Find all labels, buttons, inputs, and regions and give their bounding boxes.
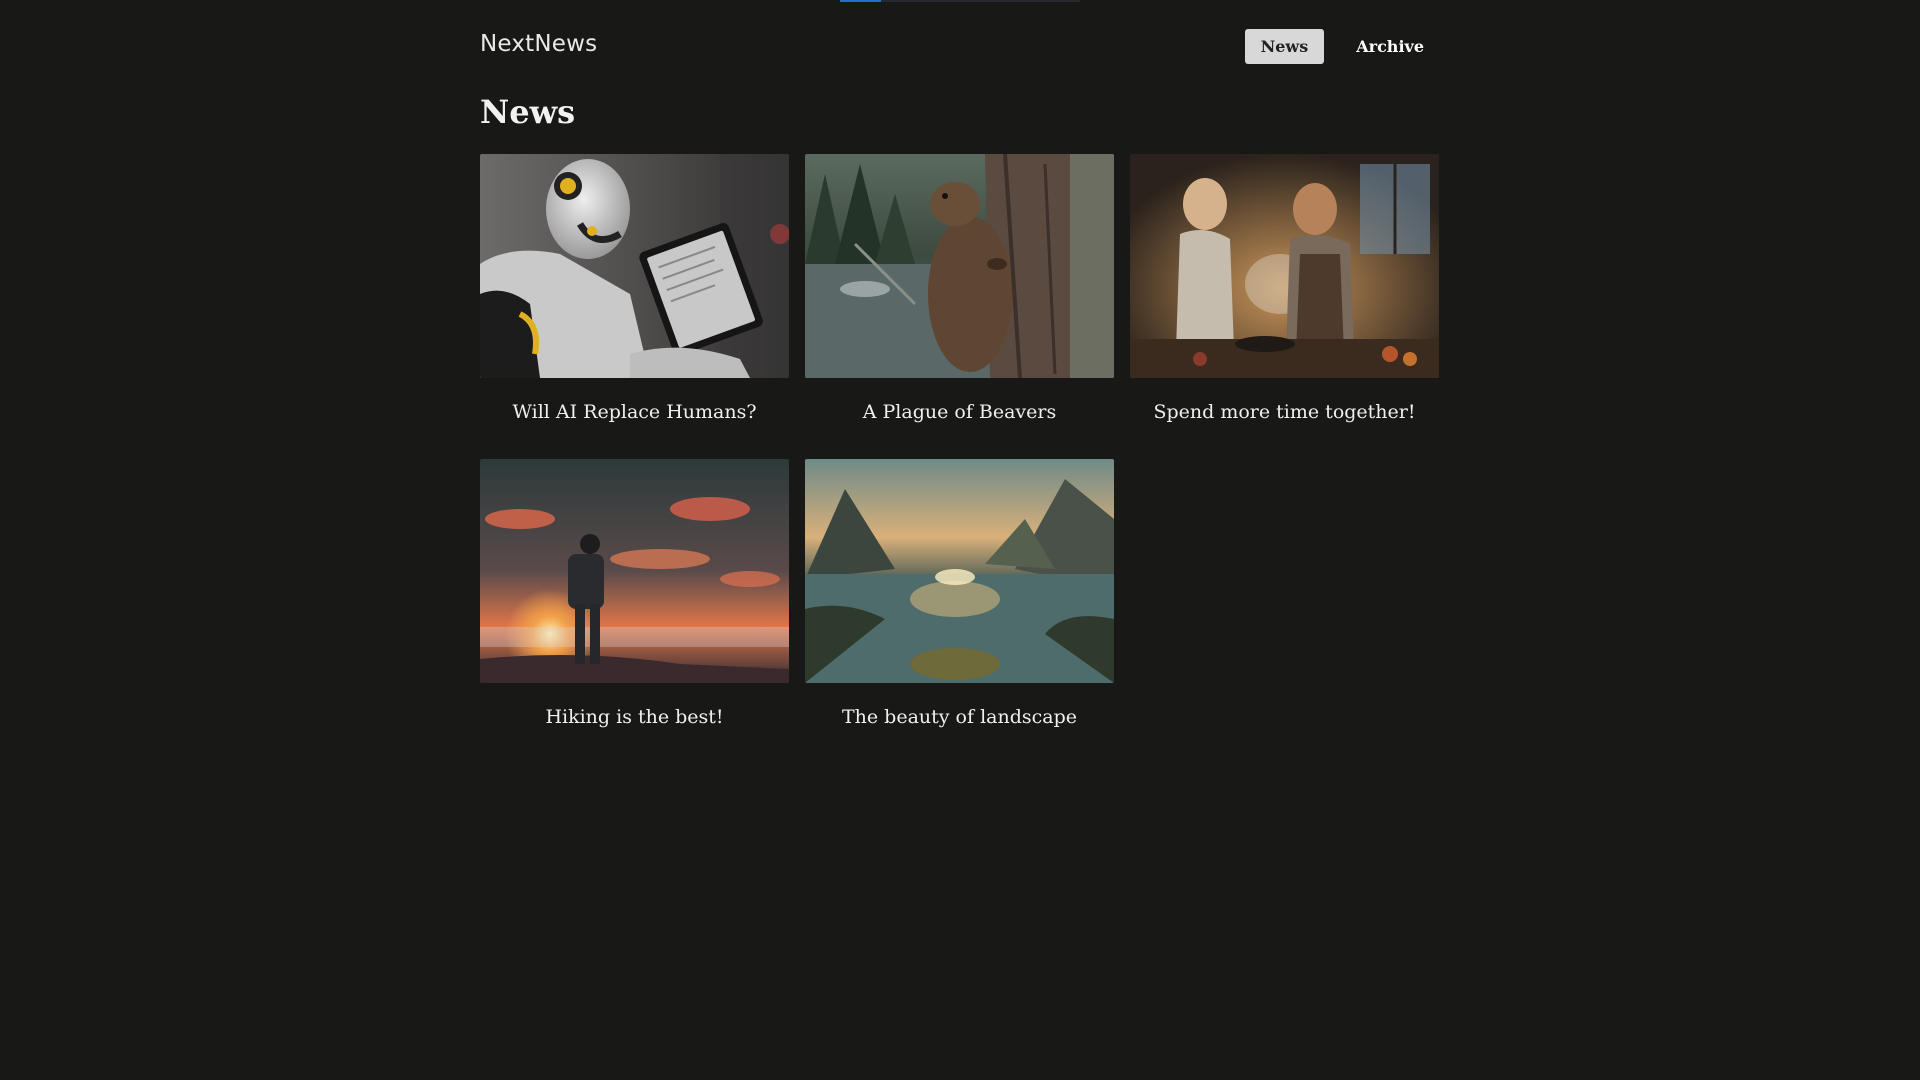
article-image-robot[interactable] — [480, 154, 789, 378]
article-title[interactable]: Hiking is the best! — [480, 706, 789, 740]
site-header: NextNews News Archive — [480, 0, 1440, 92]
article-title[interactable]: The beauty of landscape — [805, 706, 1114, 740]
article-card[interactable]: Spend more time together! — [1130, 154, 1439, 435]
main-nav: News Archive — [1244, 29, 1440, 64]
nav-item-archive[interactable]: Archive — [1340, 29, 1440, 64]
page-container: NextNews News Archive News Will AI Repla… — [480, 0, 1440, 740]
article-card[interactable]: A Plague of Beavers — [805, 154, 1114, 435]
page-title: News — [480, 93, 576, 131]
article-title[interactable]: Will AI Replace Humans? — [480, 401, 789, 435]
article-card[interactable]: Hiking is the best! — [480, 459, 789, 740]
article-title[interactable]: A Plague of Beavers — [805, 401, 1114, 435]
article-image-hiker[interactable] — [480, 459, 789, 683]
article-card[interactable]: The beauty of landscape — [805, 459, 1114, 740]
site-logo[interactable]: NextNews — [480, 31, 597, 57]
nav-item-news[interactable]: News — [1244, 29, 1325, 64]
article-image-lake[interactable] — [805, 459, 1114, 683]
article-grid: Will AI Replace Humans? A Plague of Beav… — [480, 154, 1440, 740]
article-title[interactable]: Spend more time together! — [1130, 401, 1439, 435]
article-image-beaver[interactable] — [805, 154, 1114, 378]
article-image-cooking[interactable] — [1130, 154, 1439, 378]
article-card[interactable]: Will AI Replace Humans? — [480, 154, 789, 435]
